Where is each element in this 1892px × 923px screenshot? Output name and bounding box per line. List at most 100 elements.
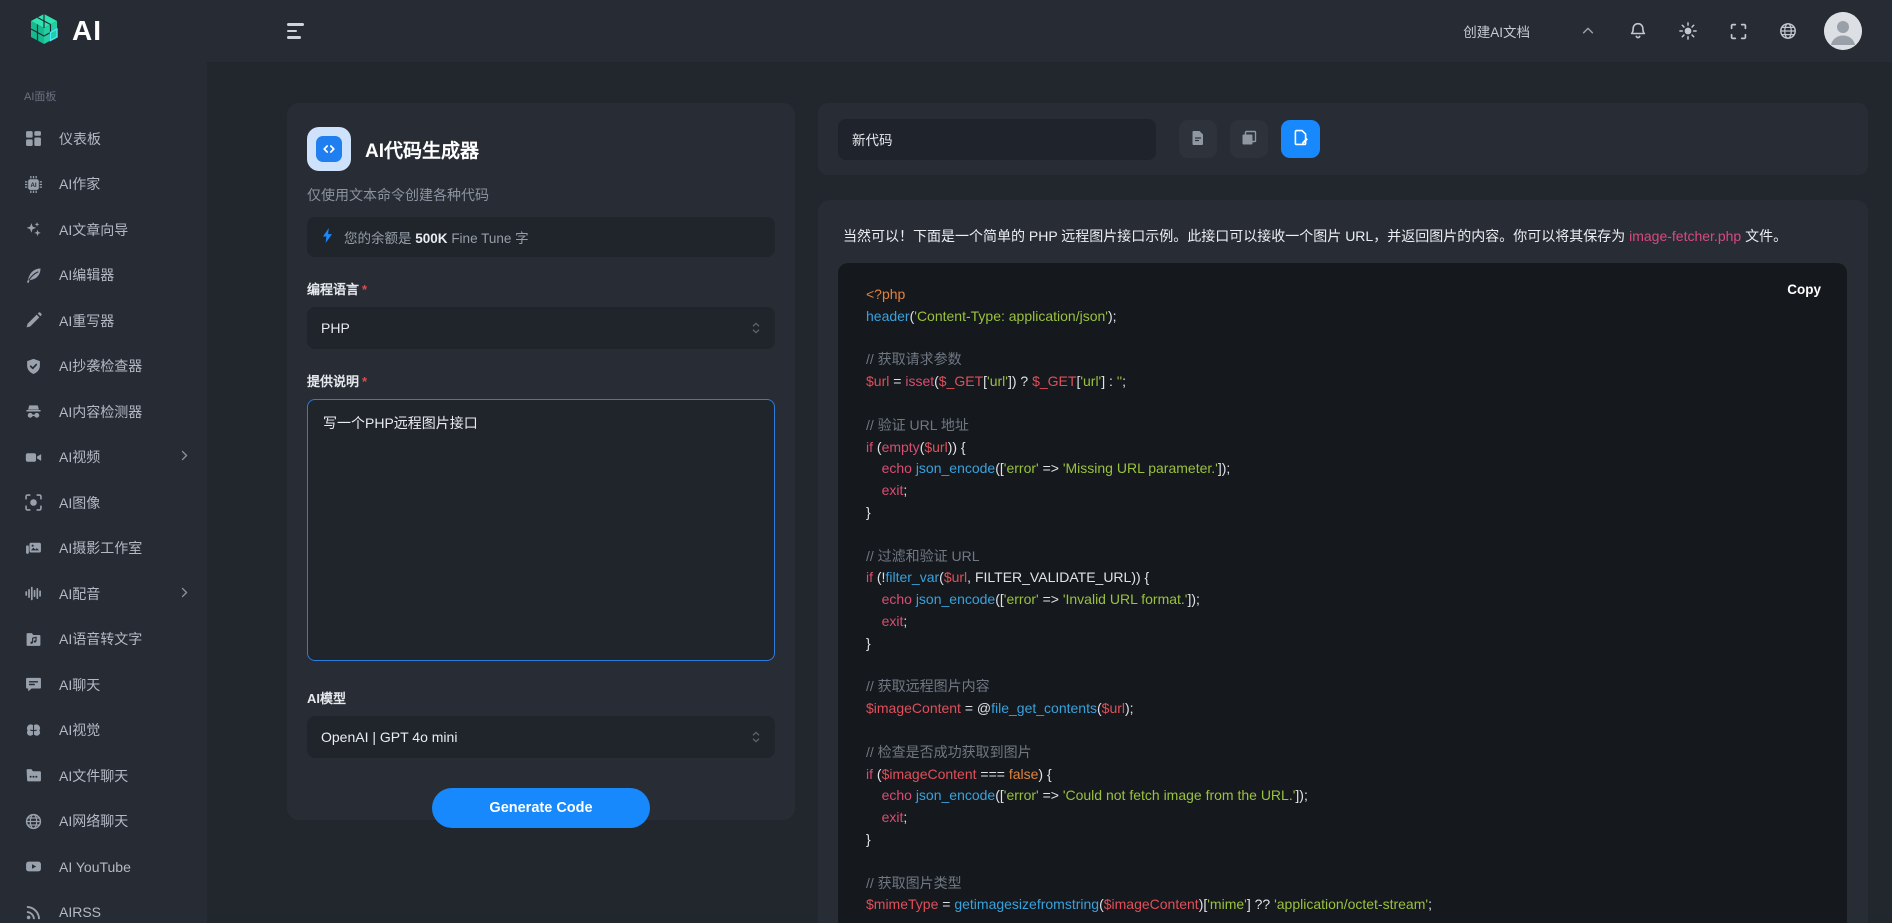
- sidebar-item-ai-image[interactable]: AI图像: [0, 480, 207, 526]
- sidebar-item-label: AI配音: [59, 584, 100, 604]
- code-line: [866, 655, 1823, 677]
- sidebar-section-label: AI面板: [0, 62, 207, 116]
- hamburger-menu-button[interactable]: [287, 21, 309, 41]
- chevron-right-icon: [178, 586, 191, 602]
- new-document-button[interactable]: [1179, 120, 1217, 158]
- sidebar-item-label: AI作家: [59, 174, 100, 194]
- code-line: header('Content-Type: application/json')…: [866, 306, 1823, 328]
- code-content: <?phpheader('Content-Type: application/j…: [866, 284, 1823, 916]
- code-line: // 验证 URL 地址: [866, 415, 1823, 437]
- fullscreen-icon[interactable]: [1728, 21, 1748, 41]
- sidebar: AI面板 仪表板 AI AI作家 AI文章向导 AI编辑器 AI重写器 AI抄袭检查器 AI内…: [0, 62, 207, 923]
- model-label: AI模型: [307, 688, 775, 707]
- save-document-button[interactable]: [1281, 120, 1320, 158]
- sidebar-item-ai-file-chat[interactable]: AI文件聊天: [0, 753, 207, 799]
- create-doc-button[interactable]: 创建AI文档: [1463, 21, 1530, 41]
- sidebar-item-ai-rewriter[interactable]: AI重写器: [0, 298, 207, 344]
- code-line: if (!filter_var($url, FILTER_VALIDATE_UR…: [866, 567, 1823, 589]
- sidebar-item-label: AI视频: [59, 447, 100, 467]
- shield-check-icon: [24, 357, 42, 375]
- response-card: 当然可以！下面是一个简单的 PHP 远程图片接口示例。此接口可以接收一个图片 U…: [818, 200, 1868, 923]
- sidebar-item-label: AI聊天: [59, 675, 100, 695]
- language-globe-icon[interactable]: [1778, 21, 1798, 41]
- brain-icon: [24, 721, 42, 739]
- sidebar-item-ai-writer[interactable]: AI AI作家: [0, 162, 207, 208]
- photo-studio-icon: [24, 539, 42, 557]
- sidebar-item-ai-rss[interactable]: AIRSS: [0, 890, 207, 923]
- duplicate-document-button[interactable]: [1230, 120, 1268, 158]
- chat-icon: [24, 676, 42, 694]
- code-line: [866, 393, 1823, 415]
- logo[interactable]: AI: [0, 11, 207, 52]
- avatar[interactable]: [1824, 12, 1862, 50]
- code-generator-icon: [307, 127, 351, 171]
- detector-icon: [24, 403, 42, 421]
- sidebar-item-label: AI YouTube: [59, 859, 131, 875]
- file-edit-icon: [1292, 129, 1309, 149]
- sidebar-item-label: AI重写器: [59, 311, 114, 331]
- sidebar-item-dashboard[interactable]: 仪表板: [0, 116, 207, 162]
- sidebar-item-label: AI网络聊天: [59, 811, 128, 831]
- code-line: [866, 328, 1823, 350]
- code-line: }: [866, 502, 1823, 524]
- language-label: 编程语言*: [307, 279, 775, 298]
- sidebar-item-ai-voiceover[interactable]: AI配音: [0, 571, 207, 617]
- page-title: AI代码生成器: [365, 136, 479, 163]
- code-line: // 过滤和验证 URL: [866, 546, 1823, 568]
- main-content: AI代码生成器 仅使用文本命令创建各种代码 您的余额是 500K Fine Tu…: [207, 62, 1892, 923]
- sidebar-item-label: AI摄影工作室: [59, 538, 142, 558]
- chevron-up-icon[interactable]: [1578, 21, 1598, 41]
- sidebar-item-ai-vision[interactable]: AI视觉: [0, 708, 207, 754]
- sidebar-item-label: AI文章向导: [59, 220, 128, 240]
- code-block: Copy <?phpheader('Content-Type: applicat…: [838, 263, 1847, 923]
- sidebar-item-ai-youtube[interactable]: AI YouTube: [0, 844, 207, 890]
- folder-icon: [24, 767, 42, 785]
- topbar: AI 创建AI文档: [0, 0, 1892, 62]
- app-root: AI 创建AI文档: [0, 0, 1892, 923]
- select-arrows-icon: [751, 730, 761, 744]
- rss-icon: [24, 903, 42, 921]
- video-icon: [24, 448, 42, 466]
- language-select[interactable]: PHP: [307, 307, 775, 349]
- code-line: }: [866, 633, 1823, 655]
- code-line: [866, 851, 1823, 873]
- sidebar-item-ai-speech-to-text[interactable]: AI语音转文字: [0, 617, 207, 663]
- document-icon: [1190, 130, 1206, 149]
- model-select[interactable]: OpenAI | GPT 4o mini: [307, 716, 775, 758]
- code-line: echo json_encode(['error' => 'Could not …: [866, 785, 1823, 807]
- code-line: if ($imageContent === false) {: [866, 764, 1823, 786]
- code-line: // 获取请求参数: [866, 349, 1823, 371]
- youtube-icon: [24, 858, 42, 876]
- generate-code-button[interactable]: Generate Code: [432, 788, 650, 828]
- instructions-textarea[interactable]: 写一个PHP远程图片接口: [307, 399, 775, 661]
- sidebar-item-ai-editor[interactable]: AI编辑器: [0, 253, 207, 299]
- sidebar-item-ai-article-wizard[interactable]: AI文章向导: [0, 207, 207, 253]
- code-line: [866, 720, 1823, 742]
- balance-text: 您的余额是 500K Fine Tune 字: [344, 227, 529, 247]
- sidebar-item-label: AI内容检测器: [59, 402, 142, 422]
- select-arrows-icon: [751, 321, 761, 335]
- doc-title-input[interactable]: [838, 119, 1156, 160]
- theme-sun-icon[interactable]: [1678, 21, 1698, 41]
- svg-text:AI: AI: [30, 182, 37, 189]
- sidebar-item-label: AI图像: [59, 493, 100, 513]
- sidebar-item-ai-web-chat[interactable]: AI网络聊天: [0, 799, 207, 845]
- code-line: if (empty($url)) {: [866, 437, 1823, 459]
- code-line: // 获取远程图片内容: [866, 676, 1823, 698]
- sidebar-item-ai-plagiarism-checker[interactable]: AI抄袭检查器: [0, 344, 207, 390]
- balance-amount: 500K: [415, 231, 447, 246]
- chip-icon: AI: [24, 175, 42, 193]
- sidebar-item-label: AIRSS: [59, 904, 101, 920]
- sidebar-item-ai-video[interactable]: AI视频: [0, 435, 207, 481]
- sidebar-item-ai-photo-studio[interactable]: AI摄影工作室: [0, 526, 207, 572]
- sidebar-item-ai-content-detector[interactable]: AI内容检测器: [0, 389, 207, 435]
- code-line: $mimeType = getimagesizefromstring($imag…: [866, 894, 1823, 916]
- bell-icon[interactable]: [1628, 21, 1648, 41]
- code-line: exit;: [866, 611, 1823, 633]
- page-subtitle: 仅使用文本命令创建各种代码: [307, 185, 775, 205]
- sidebar-item-ai-chat[interactable]: AI聊天: [0, 662, 207, 708]
- copy-code-button[interactable]: Copy: [1787, 282, 1821, 297]
- document-header-card: [818, 103, 1868, 175]
- code-line: <?php: [866, 284, 1823, 306]
- copy-icon: [1241, 130, 1257, 149]
